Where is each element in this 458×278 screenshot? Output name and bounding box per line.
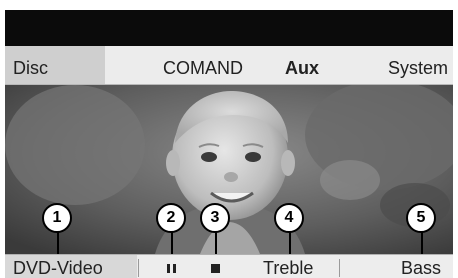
pause-icon <box>167 264 176 273</box>
video-display: 1 2 3 4 5 <box>5 85 453 254</box>
callout-4-leader <box>289 231 291 254</box>
comand-display: Disc COMAND Aux System 1 2 3 4 5 DVD-Vid… <box>5 10 453 278</box>
callout-4: 4 <box>274 203 304 233</box>
menu-item-aux[interactable]: Aux <box>285 46 319 84</box>
callout-3: 3 <box>200 203 230 233</box>
callout-5: 5 <box>406 203 436 233</box>
bass-button[interactable]: Bass <box>401 255 441 278</box>
callout-2-leader <box>171 231 173 254</box>
menu-item-comand[interactable]: COMAND <box>163 46 243 84</box>
video-frame-image <box>5 85 453 254</box>
divider <box>138 259 139 277</box>
menu-item-disc[interactable]: Disc <box>13 46 48 84</box>
top-bar <box>5 10 453 46</box>
bottom-menu-bar: DVD-Video Treble Bass <box>5 254 453 278</box>
divider <box>339 259 340 277</box>
treble-button[interactable]: Treble <box>263 255 313 278</box>
dvd-video-button[interactable]: DVD-Video <box>13 255 103 278</box>
callout-3-leader <box>215 231 217 254</box>
stop-button[interactable] <box>205 255 227 278</box>
callout-1-leader <box>57 231 59 254</box>
main-menu-bar: Disc COMAND Aux System <box>5 46 453 85</box>
stop-icon <box>211 264 220 273</box>
menu-item-system[interactable]: System <box>388 46 448 84</box>
callout-5-leader <box>421 231 423 254</box>
callout-1: 1 <box>42 203 72 233</box>
callout-2: 2 <box>156 203 186 233</box>
pause-button[interactable] <box>161 255 183 278</box>
